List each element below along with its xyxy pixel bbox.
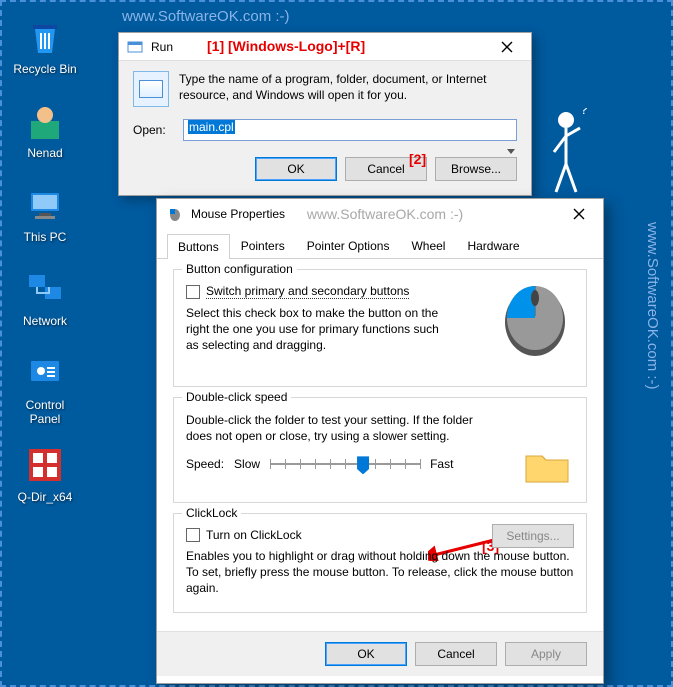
slider-thumb-icon <box>357 456 369 474</box>
watermark-right: www.SoftwareOK.com :-) <box>644 222 661 390</box>
clicklock-settings-button[interactable]: Settings... <box>492 524 574 548</box>
switch-buttons-checkbox[interactable] <box>186 285 200 299</box>
tab-pointer-options[interactable]: Pointer Options <box>296 233 401 258</box>
speed-fast-label: Fast <box>430 457 453 471</box>
mouse-apply-button[interactable]: Apply <box>505 642 587 666</box>
svg-text:?: ? <box>580 108 588 117</box>
user-icon <box>24 100 66 142</box>
run-title-icon <box>127 39 143 55</box>
desktop-icon-network[interactable]: Network <box>10 268 80 328</box>
pc-icon <box>24 184 66 226</box>
group-clicklock-legend: ClickLock <box>182 506 241 520</box>
mouse-title-text: Mouse Properties <box>191 207 287 221</box>
test-folder-icon[interactable] <box>524 446 570 486</box>
annotation-1: [1] [Windows-Logo]+[R] <box>207 38 365 54</box>
tab-pointers[interactable]: Pointers <box>230 233 296 258</box>
annotation-2: [2] <box>409 151 426 167</box>
clicklock-label: Turn on ClickLock <box>206 528 302 542</box>
mouse-ok-button[interactable]: OK <box>325 642 407 666</box>
mouse-picture-icon <box>496 278 574 358</box>
run-open-label: Open: <box>133 123 183 137</box>
run-open-combobox[interactable]: main.cpl <box>183 119 517 141</box>
group-button-config-legend: Button configuration <box>182 262 297 276</box>
network-icon <box>24 268 66 310</box>
desktop-icon-label: This PC <box>10 230 80 244</box>
clicklock-desc: Enables you to highlight or drag without… <box>186 548 574 597</box>
desktop-icon-this-pc[interactable]: This PC <box>10 184 80 244</box>
recycle-bin-icon <box>24 16 66 58</box>
thinking-person-icon: ? <box>536 108 596 198</box>
desktop-icon-label: Network <box>10 314 80 328</box>
close-icon <box>573 208 585 220</box>
speed-slow-label: Slow <box>234 457 260 471</box>
tab-wheel[interactable]: Wheel <box>400 233 456 258</box>
switch-buttons-desc: Select this check box to make the button… <box>186 305 446 354</box>
desktop-icon-recycle-bin[interactable]: Recycle Bin <box>10 16 80 76</box>
tab-hardware[interactable]: Hardware <box>456 233 530 258</box>
run-dialog: Run Type the name of a program, folder, … <box>118 32 532 196</box>
combobox-dropdown-button[interactable] <box>503 141 519 163</box>
close-icon <box>501 41 513 53</box>
speed-label: Speed: <box>186 457 224 471</box>
mouse-title-icon <box>167 206 183 222</box>
run-input-value: main.cpl <box>188 120 235 134</box>
dblclick-desc: Double-click the folder to test your set… <box>186 412 486 444</box>
group-dblclick-legend: Double-click speed <box>182 390 291 404</box>
chevron-down-icon <box>507 149 515 155</box>
mouse-cancel-button[interactable]: Cancel <box>415 642 497 666</box>
mouse-close-button[interactable] <box>559 201 599 227</box>
qdir-icon <box>24 444 66 486</box>
desktop-icon-control-panel[interactable]: Control Panel <box>10 352 80 426</box>
clicklock-checkbox[interactable] <box>186 528 200 542</box>
desktop-icon-label: Nenad <box>10 146 80 160</box>
desktop-icon-label: Recycle Bin <box>10 62 80 76</box>
run-ok-button[interactable]: OK <box>255 157 337 181</box>
watermark-top: www.SoftwareOK.com :-) <box>122 8 290 25</box>
desktop-icon-label: Control Panel <box>10 398 80 426</box>
control-panel-icon <box>24 352 66 394</box>
watermark-mid: www.SoftwareOK.com :-) <box>307 206 463 222</box>
mouse-properties-dialog: Mouse Properties www.SoftwareOK.com :-) … <box>156 198 604 684</box>
mouse-titlebar[interactable]: Mouse Properties www.SoftwareOK.com :-) <box>157 199 603 229</box>
desktop-icon-nenad[interactable]: Nenad <box>10 100 80 160</box>
tab-buttons[interactable]: Buttons <box>167 234 230 259</box>
run-description: Type the name of a program, folder, docu… <box>179 71 517 107</box>
run-close-button[interactable] <box>487 34 527 60</box>
dblclick-speed-slider[interactable] <box>270 452 420 476</box>
switch-buttons-label: Switch primary and secondary buttons <box>206 284 409 299</box>
mouse-tabs: Buttons Pointers Pointer Options Wheel H… <box>157 229 603 259</box>
desktop-icon-label: Q-Dir_x64 <box>10 490 80 504</box>
run-program-icon <box>133 71 169 107</box>
desktop-icon-qdir[interactable]: Q-Dir_x64 <box>10 444 80 504</box>
